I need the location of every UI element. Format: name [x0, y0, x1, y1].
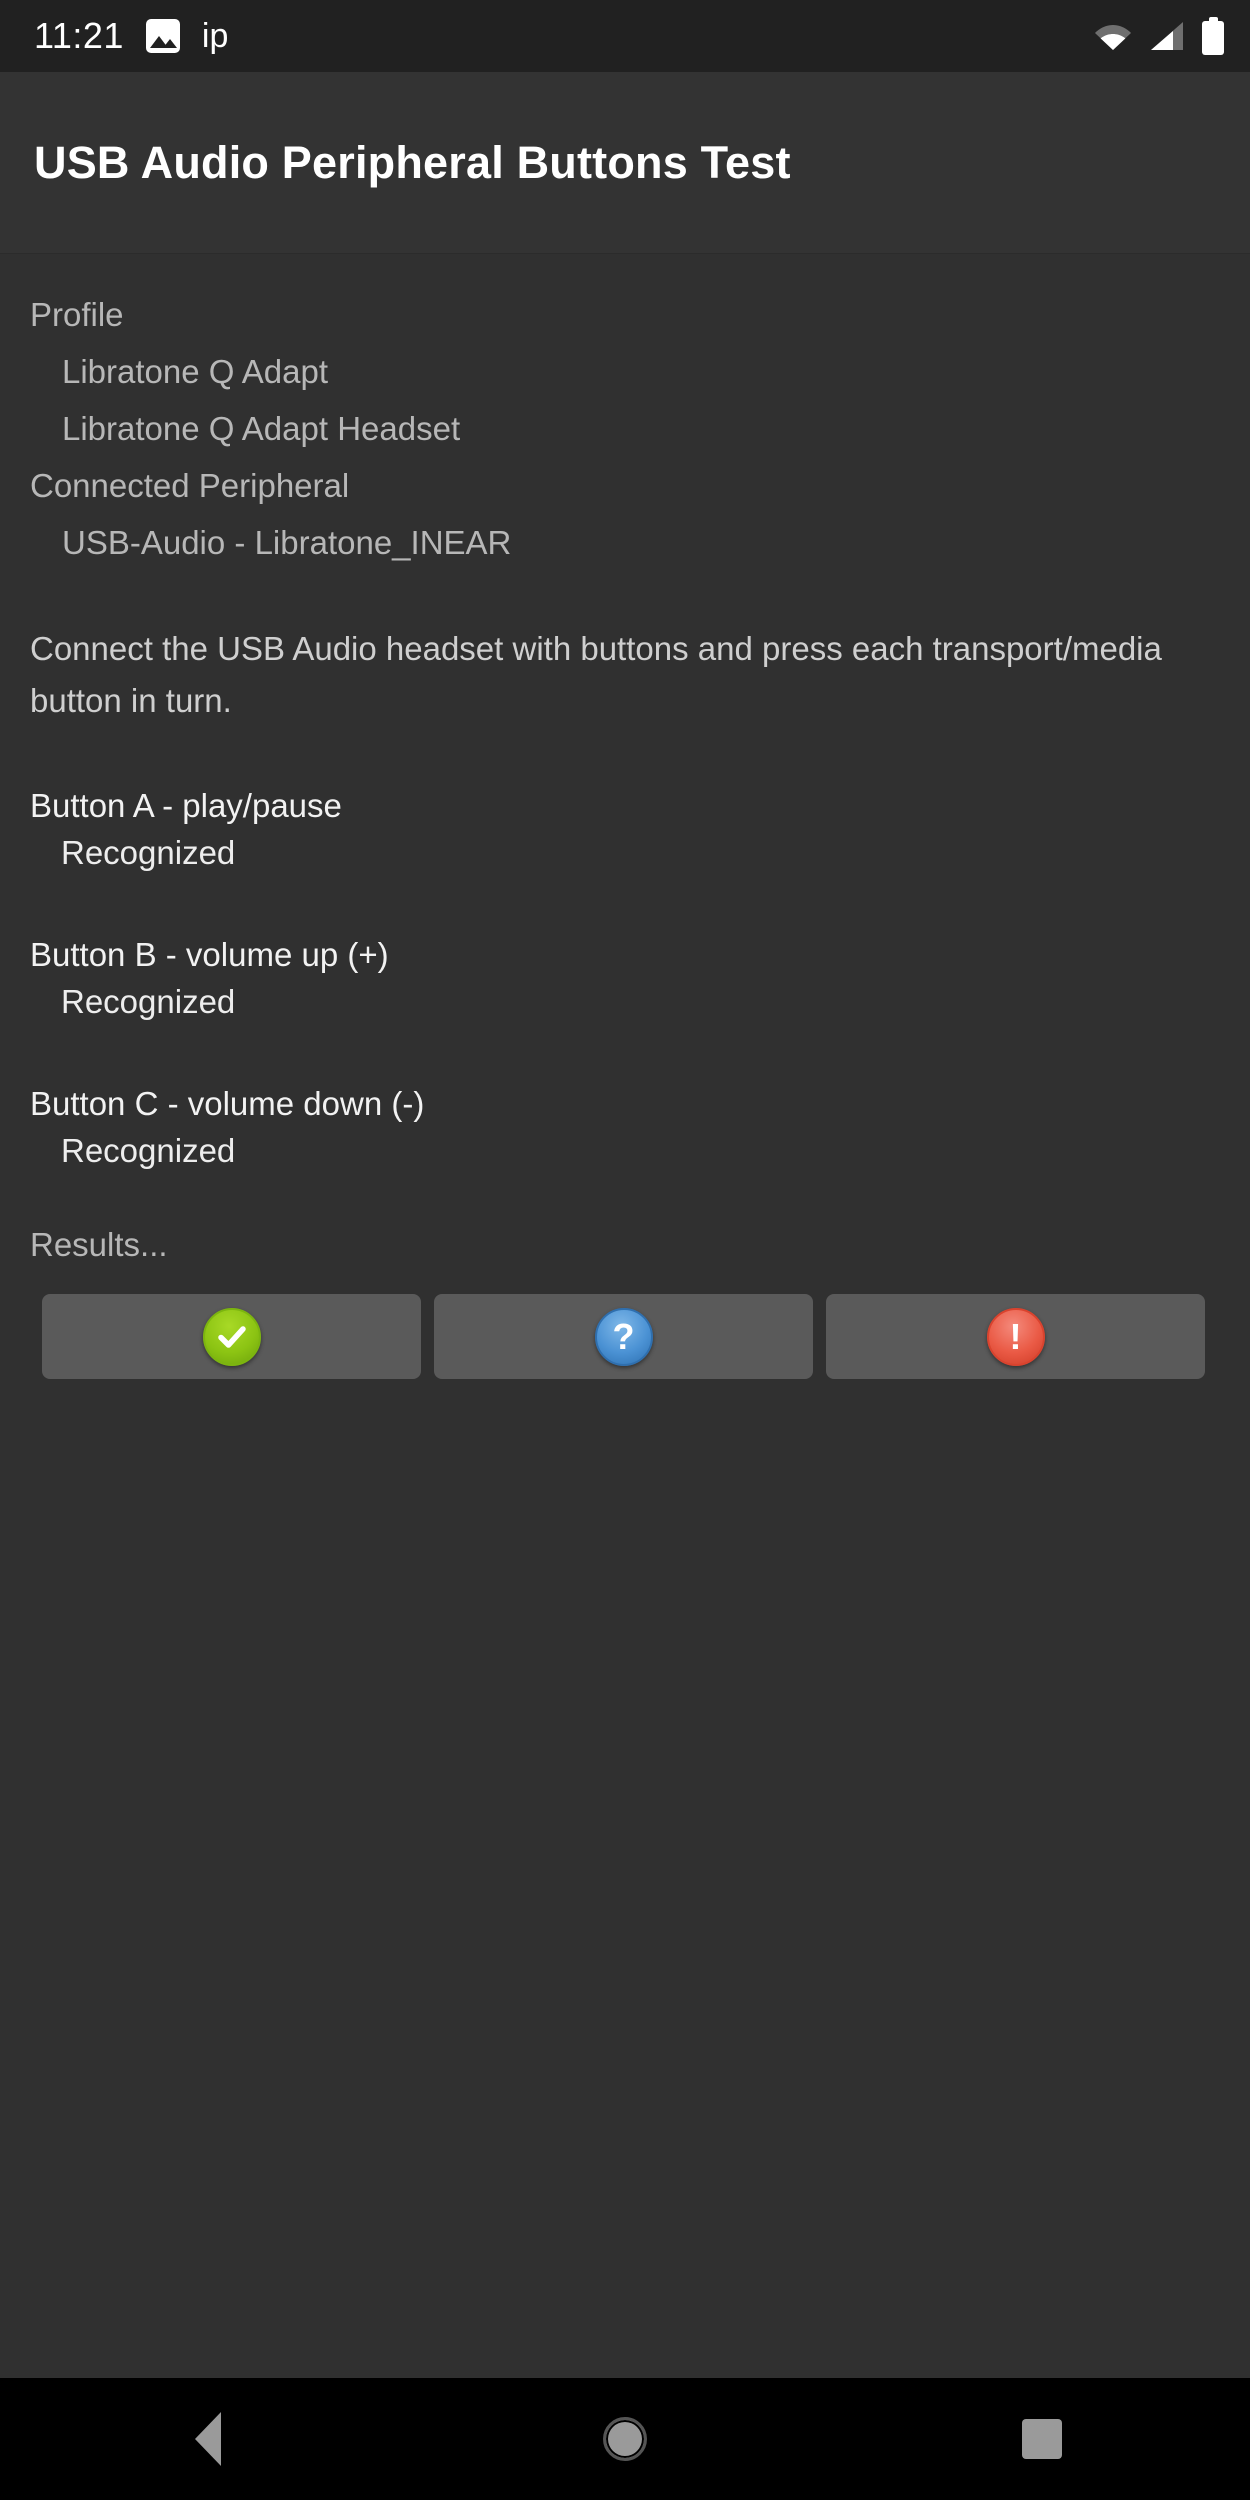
info-button[interactable]: ? [434, 1294, 813, 1379]
main-content: Profile Libratone Q Adapt Libratone Q Ad… [0, 254, 1250, 2378]
connected-peripheral-value-0: USB-Audio - Libratone_INEAR [62, 524, 512, 561]
nav-home-button[interactable] [535, 2378, 715, 2500]
button-a-status: Recognized [61, 834, 236, 871]
phone-screen: 11:21 ip USB Audio Peripheral Buttons Te… [0, 0, 1250, 2500]
device-info-block: Profile Libratone Q Adapt Libratone Q Ad… [30, 254, 1220, 571]
question-circle-icon: ? [594, 1307, 653, 1366]
button-c-label: Button C - volume down (-) [30, 1085, 425, 1122]
button-b-status: Recognized [61, 983, 236, 1020]
status-clock: 11:21 [34, 15, 124, 56]
results-action-row: ? ! [30, 1294, 1220, 1379]
nav-back-button[interactable] [118, 2378, 298, 2500]
button-c-status: Recognized [61, 1132, 236, 1169]
results-label: Results... [30, 1226, 168, 1263]
status-bar-right [1094, 17, 1224, 55]
recents-icon [1021, 2419, 1062, 2459]
status-notification-tag: ip [201, 17, 229, 55]
wifi-icon [1094, 21, 1132, 51]
photo-icon [145, 19, 180, 53]
battery-full-icon [1202, 17, 1224, 55]
button-a-label: Button A - play/pause [30, 787, 342, 824]
profile-value-1: Libratone Q Adapt Headset [62, 410, 461, 447]
exclamation-circle-icon: ! [986, 1307, 1045, 1366]
cellular-signal-icon [1150, 21, 1184, 51]
profile-value-0: Libratone Q Adapt [62, 353, 329, 390]
status-bar: 11:21 ip [0, 0, 1250, 72]
pass-button[interactable] [42, 1294, 421, 1379]
home-icon [602, 2417, 647, 2461]
instructions-text: Connect the USB Audio headset with butto… [30, 630, 1162, 719]
back-icon [195, 2412, 222, 2466]
fail-button[interactable]: ! [826, 1294, 1205, 1379]
button-a-section: Button A - play/pause Recognized [30, 782, 1220, 876]
button-b-label: Button B - volume up (+) [30, 936, 389, 973]
android-nav-bar [0, 2378, 1250, 2500]
profile-label: Profile [30, 296, 124, 333]
button-c-section: Button C - volume down (-) Recognized [30, 1080, 1220, 1174]
nav-recents-button[interactable] [952, 2378, 1132, 2500]
button-b-section: Button B - volume up (+) Recognized [30, 931, 1220, 1025]
app-title-bar: USB Audio Peripheral Buttons Test [0, 72, 1250, 254]
status-bar-left: 11:21 ip [34, 18, 228, 54]
page-title: USB Audio Peripheral Buttons Test [34, 136, 791, 188]
connected-peripheral-label: Connected Peripheral [30, 467, 350, 504]
check-circle-icon [202, 1307, 261, 1366]
